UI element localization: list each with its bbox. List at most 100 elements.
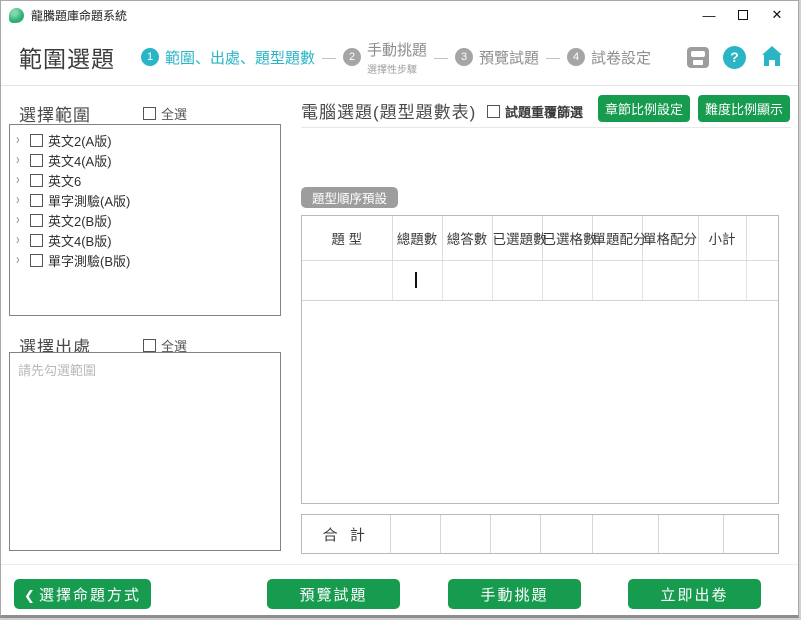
cell-question-type[interactable] [302, 260, 392, 300]
table-row [302, 260, 778, 300]
tree-item-label: 英文4(A版) [48, 151, 112, 170]
tree-item[interactable]: › 英文4(A版) [16, 150, 274, 170]
source-placeholder: 請先勾選範圍 [18, 360, 272, 379]
col-points-per-blank: 單格配分 [642, 216, 698, 260]
tree-item-checkbox[interactable] [30, 134, 43, 147]
maximize-icon [738, 10, 748, 20]
step-separator: — [322, 49, 336, 65]
tree-item-checkbox[interactable] [30, 234, 43, 247]
tree-item-checkbox[interactable] [30, 154, 43, 167]
cell-total-answers[interactable] [442, 260, 492, 300]
chevron-right-icon[interactable]: › [16, 212, 30, 228]
step-4-badge: 4 [567, 48, 585, 66]
chapter-ratio-button[interactable]: 章節比例設定 [598, 95, 690, 122]
save-icon[interactable] [687, 47, 709, 68]
step-2-badge: 2 [343, 48, 361, 66]
header: 範圍選題 1 範圍、出處、題型題數 — 2 手動挑題 選擇性步驟 — 3 預覽試… [1, 29, 798, 86]
duplicate-filter[interactable]: 試題重覆篩選 [487, 102, 583, 121]
step-3-badge: 3 [455, 48, 473, 66]
chevron-right-icon[interactable]: › [16, 172, 30, 188]
col-question-type: 題 型 [302, 216, 392, 260]
minimize-button[interactable]: — [692, 3, 726, 27]
step-1-range[interactable]: 1 範圍、出處、題型題數 [141, 47, 315, 68]
chevron-right-icon[interactable]: › [16, 192, 30, 208]
question-order-default-button[interactable]: 題型順序預設 [301, 187, 398, 208]
tree-item-label: 單字測驗(B版) [48, 251, 130, 270]
maximize-button[interactable] [726, 3, 760, 27]
chevron-right-icon[interactable]: › [16, 232, 30, 248]
step-2-manual-pick[interactable]: 2 手動挑題 選擇性步驟 [343, 39, 427, 76]
range-tree[interactable]: › 英文2(A版) › 英文4(A版) › 英文6 › 單字測驗(A版) › 英… [9, 124, 281, 316]
tree-item-checkbox[interactable] [30, 194, 43, 207]
step-4-paper-settings[interactable]: 4 試卷設定 [567, 47, 651, 68]
tree-item[interactable]: › 單字測驗(A版) [16, 190, 274, 210]
generate-paper-button[interactable]: 立即出卷 [628, 579, 761, 609]
difficulty-ratio-button[interactable]: 難度比例顯示 [698, 95, 790, 122]
chevron-right-icon[interactable]: › [16, 132, 30, 148]
table-header-row: 題 型 總題數 總答數 已選題數 已選格數 單題配分 單格配分 小計 [302, 216, 778, 260]
back-to-method-button[interactable]: ❮選擇命題方式 [14, 579, 151, 609]
cell-total-questions-input[interactable] [392, 260, 442, 300]
total-cell [440, 515, 490, 553]
help-icon[interactable]: ? [723, 46, 746, 69]
step-1-badge: 1 [141, 48, 159, 66]
total-cell [658, 515, 723, 553]
source-list[interactable]: 請先勾選範圍 [9, 352, 281, 551]
col-extra [746, 216, 778, 260]
app-window: 龍騰題庫命題系統 — ✕ 範圍選題 1 範圍、出處、題型題數 — 2 手動挑題 … [0, 0, 799, 618]
home-icon-door [769, 60, 775, 66]
footer-divider [1, 564, 798, 565]
tree-item-checkbox[interactable] [30, 214, 43, 227]
total-cell [592, 515, 658, 553]
app-logo-icon [9, 8, 24, 23]
tree-item-checkbox[interactable] [30, 254, 43, 267]
cell-subtotal [698, 260, 746, 300]
col-subtotal: 小計 [698, 216, 746, 260]
cell-selected-blanks[interactable] [542, 260, 592, 300]
tree-item-label: 英文2(A版) [48, 131, 112, 150]
col-total-answers: 總答數 [442, 216, 492, 260]
range-select-all-checkbox[interactable] [143, 107, 156, 120]
computer-selection-title: 電腦選題(題型題數表) [301, 98, 476, 123]
cell-extra [746, 260, 778, 300]
tree-item[interactable]: › 單字測驗(B版) [16, 250, 274, 270]
total-cell [490, 515, 540, 553]
text-cursor [415, 272, 417, 288]
total-row: 合 計 [301, 514, 779, 554]
tree-item[interactable]: › 英文4(B版) [16, 230, 274, 250]
manual-pick-button[interactable]: 手動挑題 [448, 579, 581, 609]
col-total-questions: 總題數 [392, 216, 442, 260]
range-select-all[interactable]: 全選 [143, 104, 187, 123]
chevron-right-icon[interactable]: › [16, 252, 30, 268]
cell-selected-questions[interactable] [492, 260, 542, 300]
col-selected-questions: 已選題數 [492, 216, 542, 260]
tree-item-label: 英文4(B版) [48, 231, 112, 250]
col-selected-blanks: 已選格數 [542, 216, 592, 260]
tree-item-label: 英文2(B版) [48, 211, 112, 230]
tree-item[interactable]: › 英文2(A版) [16, 130, 274, 150]
duplicate-filter-checkbox[interactable] [487, 105, 500, 118]
tree-item-checkbox[interactable] [30, 174, 43, 187]
range-panel-title: 選擇範圍 [19, 101, 91, 126]
col-points-per-question: 單題配分 [592, 216, 642, 260]
source-select-all-checkbox[interactable] [143, 339, 156, 352]
preview-questions-button[interactable]: 預覽試題 [267, 579, 400, 609]
page-title: 範圍選題 [19, 40, 115, 74]
header-icons: ? [687, 46, 784, 69]
tree-item-label: 單字測驗(A版) [48, 191, 130, 210]
tree-item[interactable]: › 英文6 [16, 170, 274, 190]
range-panel-header: 選擇範圍 全選 [19, 101, 187, 126]
tree-item[interactable]: › 英文2(B版) [16, 210, 274, 230]
chevron-left-icon: ❮ [24, 588, 35, 603]
home-icon[interactable] [760, 46, 784, 68]
window-title: 龍騰題庫命題系統 [31, 7, 692, 24]
total-cell [390, 515, 440, 553]
close-button[interactable]: ✕ [760, 3, 794, 27]
titlebar: 龍騰題庫命題系統 — ✕ [1, 1, 798, 29]
wizard-stepper: 1 範圍、出處、題型題數 — 2 手動挑題 選擇性步驟 — 3 預覽試題 — 4… [141, 39, 687, 76]
cell-points-per-blank[interactable] [642, 260, 698, 300]
cell-points-per-question[interactable] [592, 260, 642, 300]
step-3-preview[interactable]: 3 預覽試題 [455, 47, 539, 68]
chevron-right-icon[interactable]: › [16, 152, 30, 168]
home-icon-roof [762, 46, 782, 55]
